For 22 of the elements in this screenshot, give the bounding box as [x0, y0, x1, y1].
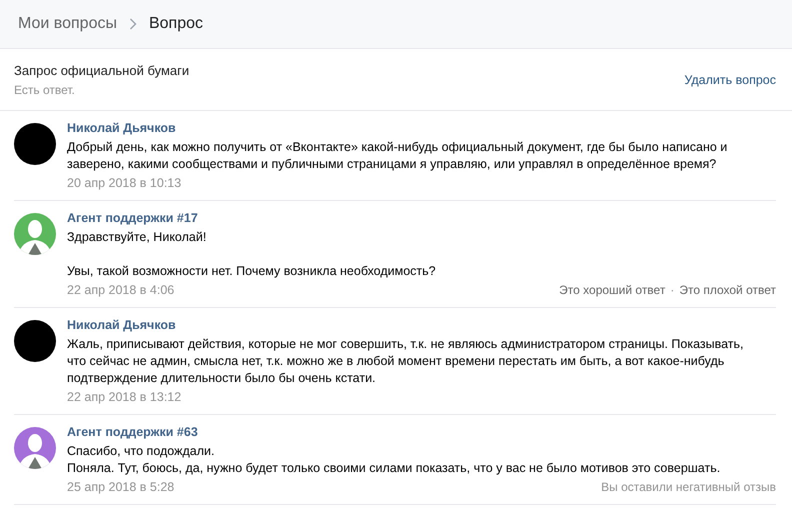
breadcrumb-link[interactable]: Мои вопросы — [18, 15, 117, 33]
author-link[interactable]: Николай Дьячков — [67, 317, 176, 334]
message-text: Здравствуйте, Николай! Увы, такой возможности нет. Почему возникла необходимость? — [67, 229, 437, 280]
delete-question-link[interactable]: Удалить вопрос — [684, 73, 776, 87]
message-date: 22 апр 2018 в 13:12 — [67, 389, 182, 406]
separator-dot: · — [670, 282, 674, 299]
message-date: 25 апр 2018 в 5:28 — [67, 479, 174, 496]
author-link[interactable]: Николай Дьячков — [67, 120, 176, 137]
message-date: 22 апр 2018 в 4:06 — [67, 282, 174, 299]
rating-link[interactable]: Это плохой ответ — [679, 282, 776, 299]
message-text: Жаль, приписывают действия, которые не мог совершить, т.к. не являюсь администратором страницы. Показывать, что сейчас не админ, смысла нет, т.к. можно же в любой момент времени перестать им быть, а вот какое-нибудь подтверждение длительности было бы очень кстати. — [67, 336, 745, 387]
message-date: 20 апр 2018 в 10:13 — [67, 175, 182, 192]
chevron-icon — [128, 18, 137, 30]
message-text: Спасибо, что подождали. Поняла. Тут, боюсь, да, нужно будет только своими силами показать, что у вас не было мотивов это совершать. — [67, 443, 722, 477]
message-text: Добрый день, как можно получить от «Вконтакте» какой-нибудь официальный документ, где бы было написано и заверено, какими сообществами и публичными страницами я управляю, или управлял в определённое время? — [67, 139, 728, 173]
author-link[interactable]: Агент поддержки #63 — [67, 424, 198, 441]
question-status: Есть ответ. — [14, 83, 76, 97]
question-title: Запрос официальной бумаги — [14, 63, 190, 78]
rating-link[interactable]: Это хороший ответ — [559, 282, 666, 299]
author-link[interactable]: Агент поддержки #17 — [67, 210, 198, 227]
breadcrumb-current: Вопрос — [148, 15, 203, 33]
feedback-note: Вы оставили негативный отзыв — [601, 479, 776, 496]
